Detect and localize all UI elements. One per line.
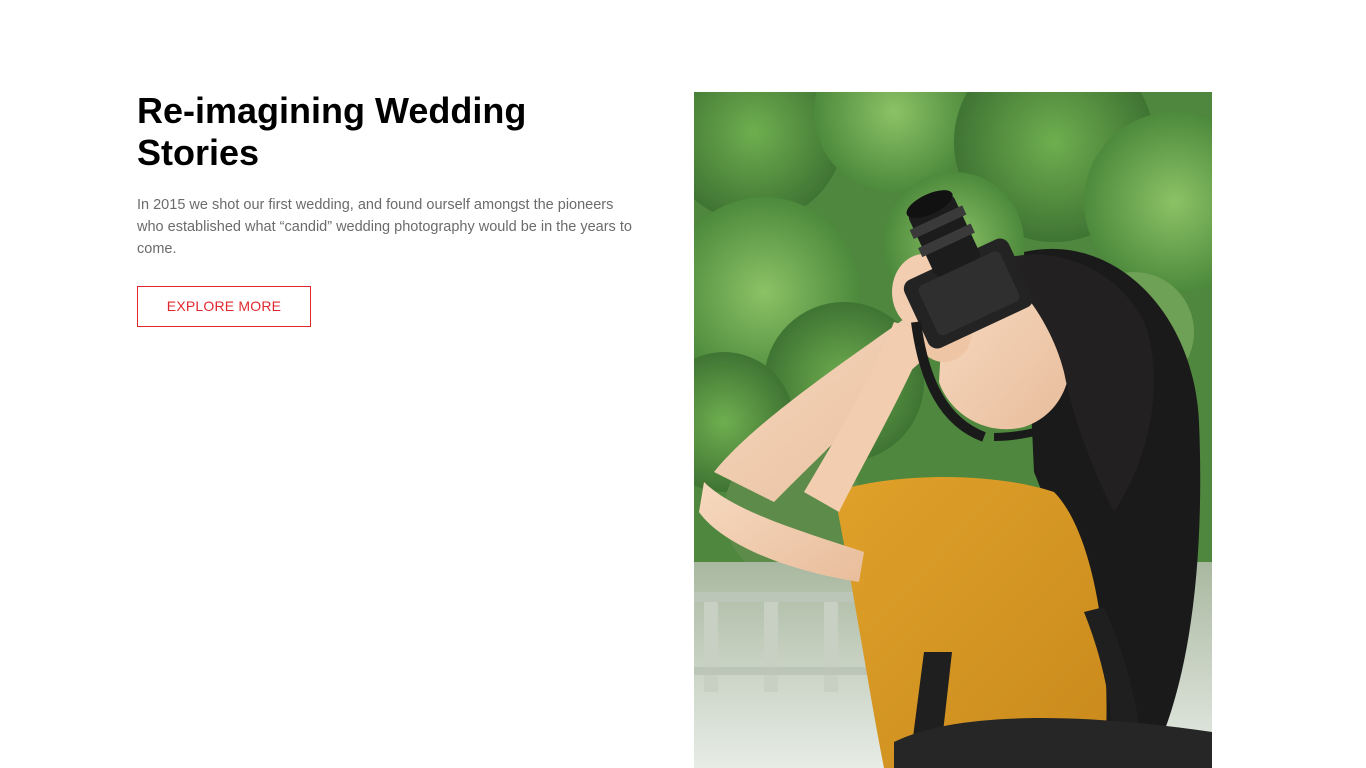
hero-description: In 2015 we shot our first wedding, and f… xyxy=(137,197,632,257)
explore-more-button[interactable]: EXPLORE MORE xyxy=(137,286,311,327)
hero-text-column: Re-imagining Wedding Stories In 2015 we … xyxy=(137,90,637,327)
hero-title: Re-imagining Wedding Stories xyxy=(137,90,527,173)
page: Re-imagining Wedding Stories In 2015 we … xyxy=(0,0,1349,768)
hero-photo xyxy=(694,92,1212,768)
